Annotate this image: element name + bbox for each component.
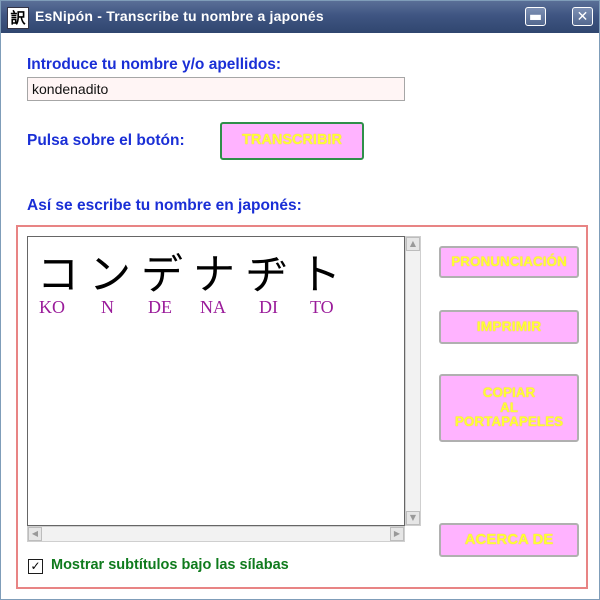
name-label: Introduce tu nombre y/o apellidos:: [27, 56, 282, 73]
kana-char: デ: [141, 250, 184, 299]
scroll-down-icon[interactable]: ▼: [406, 511, 420, 525]
copy-to-clipboard-button[interactable]: COPIAR AL PORTAPAPELES: [439, 374, 579, 442]
transcribe-button[interactable]: TRANSCRIBIR: [220, 122, 364, 160]
window-title: EsNipón - Transcribe tu nombre a japonés: [35, 8, 324, 24]
copy-button-line: COPIAR: [482, 384, 536, 400]
horizontal-scrollbar[interactable]: ◀ ▶: [27, 526, 405, 542]
kana-char: ン: [89, 250, 132, 299]
show-subtitles-label: Mostrar subtítulos bajo las sílabas: [51, 557, 289, 573]
vertical-scrollbar[interactable]: ▲ ▼: [405, 236, 421, 526]
scroll-up-icon[interactable]: ▲: [406, 237, 420, 251]
romaji-syllable: DI: [259, 297, 278, 317]
romaji-syllable: NA: [200, 297, 226, 317]
minimize-button[interactable]: ▬: [525, 7, 546, 26]
app-window: 訳 EsNipón - Transcribe tu nombre a japon…: [0, 0, 600, 600]
about-button[interactable]: ACERCA DE: [439, 523, 579, 557]
name-input[interactable]: [27, 77, 405, 101]
result-label: Así se escribe tu nombre en japonés:: [27, 197, 302, 214]
close-button[interactable]: ✕: [572, 7, 593, 26]
show-subtitles-checkbox[interactable]: ✓: [28, 559, 43, 574]
romaji-syllable: KO: [39, 297, 65, 317]
kana-char: ヂ: [246, 250, 289, 299]
copy-button-line: PORTAPAPELES: [454, 414, 564, 430]
romaji-syllable: DE: [148, 297, 172, 317]
press-label: Pulsa sobre el botón:: [27, 132, 185, 149]
romaji-syllable: TO: [310, 297, 334, 317]
kana-char: ト: [299, 250, 342, 299]
scroll-left-icon[interactable]: ◀: [28, 527, 42, 541]
kana-char: コ: [37, 250, 80, 299]
title-bar[interactable]: 訳 EsNipón - Transcribe tu nombre a japon…: [1, 1, 599, 33]
print-button[interactable]: IMPRIMIR: [439, 310, 579, 344]
scroll-right-icon[interactable]: ▶: [390, 527, 404, 541]
pronunciation-button[interactable]: PRONUNCIACIÓN: [439, 246, 579, 278]
app-icon: 訳: [7, 7, 29, 29]
romaji-syllable: N: [101, 297, 114, 317]
kana-char: ナ: [193, 250, 236, 299]
copy-button-line: AL: [500, 399, 518, 415]
